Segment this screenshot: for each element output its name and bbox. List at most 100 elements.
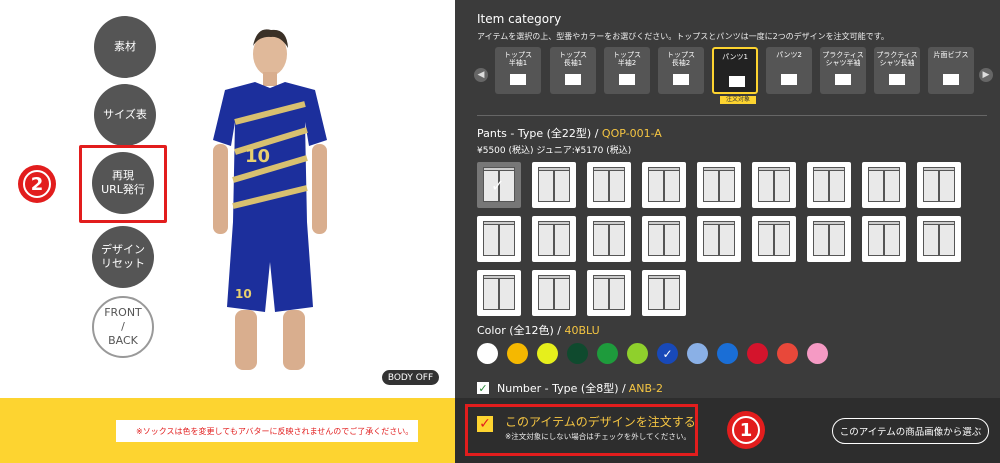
color-swatch[interactable] <box>537 343 558 364</box>
pants-leg <box>664 170 680 202</box>
pants-icon <box>729 76 745 87</box>
pants-leg <box>884 224 900 256</box>
pants-type-option[interactable] <box>862 162 906 208</box>
customizer-panel: Item category アイテムを選択の上、型番やカラーをお選びください。ト… <box>455 0 1000 463</box>
pants-leg <box>499 278 515 310</box>
number-type-row: ✓ Number - Type (全8型) / ANB-2 <box>477 380 663 396</box>
pants-leg <box>829 224 845 256</box>
number-type-checkbox[interactable]: ✓ <box>477 382 489 395</box>
check-icon: ✓ <box>662 346 673 361</box>
order-subnote: ※注文対象にしない場合はチェックを外してください。 <box>505 432 691 441</box>
color-swatch[interactable] <box>747 343 768 364</box>
category-bibs[interactable]: 片面ビブス <box>928 47 974 94</box>
pants-type-option[interactable] <box>917 216 961 262</box>
color-swatch[interactable]: ✓ <box>657 343 678 364</box>
color-swatch[interactable] <box>597 343 618 364</box>
pants-leg <box>609 278 625 310</box>
pants-type-option[interactable] <box>587 162 631 208</box>
category-pants-2[interactable]: パンツ2 <box>766 47 812 94</box>
marker-2: 2 <box>18 165 56 203</box>
color-swatch[interactable] <box>777 343 798 364</box>
order-target-badge: 注文対象 <box>720 96 756 104</box>
front-back-button[interactable]: FRONT / BACK <box>92 296 154 358</box>
pants-type-option[interactable] <box>642 216 686 262</box>
color-swatch[interactable] <box>807 343 828 364</box>
color-swatch[interactable] <box>687 343 708 364</box>
pants-leg <box>554 224 570 256</box>
category-next-icon[interactable]: ▶ <box>979 68 993 82</box>
pants-type-option[interactable] <box>807 162 851 208</box>
pants-leg <box>609 224 625 256</box>
category-practice-short[interactable]: プラクティス シャツ半袖 <box>820 47 866 94</box>
category-tops-long-1[interactable]: トップス 長袖1 <box>550 47 596 94</box>
pants-leg <box>593 170 609 202</box>
pants-leg <box>719 224 735 256</box>
pants-type-option[interactable] <box>477 216 521 262</box>
pants-type-option[interactable] <box>532 216 576 262</box>
pants-leg <box>719 170 735 202</box>
pants-leg <box>758 170 774 202</box>
color-swatch[interactable] <box>507 343 528 364</box>
pants-type-option[interactable] <box>697 162 741 208</box>
pants-type-option[interactable] <box>642 162 686 208</box>
category-label: プラクティス シャツ半袖 <box>822 51 864 67</box>
category-tops-short-2[interactable]: トップス 半袖2 <box>604 47 650 94</box>
shorts-number: 10 <box>235 287 252 301</box>
category-practice-long[interactable]: プラクティス シャツ長袖 <box>874 47 920 94</box>
shirt-icon <box>889 74 905 85</box>
pants-leg <box>829 170 845 202</box>
color-swatch[interactable] <box>627 343 648 364</box>
pants-type-option[interactable] <box>752 162 796 208</box>
pants-type-option[interactable] <box>477 270 521 316</box>
pants-type-option[interactable] <box>917 162 961 208</box>
pants-leg <box>813 224 829 256</box>
category-title: Item category <box>477 12 562 26</box>
pants-leg <box>538 278 554 310</box>
pants-leg <box>923 224 939 256</box>
pants-type-option[interactable] <box>532 270 576 316</box>
category-label: トップス 半袖2 <box>613 51 641 67</box>
avatar-neck <box>263 72 277 86</box>
shirt-icon <box>565 74 581 85</box>
pants-type-option[interactable] <box>532 162 576 208</box>
pants-type-option[interactable] <box>697 216 741 262</box>
price-text: ¥5500 (税込) ジュニア:¥5170 (税込) <box>477 146 632 156</box>
category-tops-short-1[interactable]: トップス 半袖1 <box>495 47 541 94</box>
pants-leg <box>884 170 900 202</box>
pants-type-option[interactable] <box>862 216 906 262</box>
pants-leg <box>609 170 625 202</box>
category-label: パンツ1 <box>722 53 748 61</box>
order-label: このアイテムのデザインを注文する <box>505 415 696 429</box>
pants-type-option[interactable] <box>587 216 631 262</box>
left-leg <box>235 310 257 370</box>
material-button[interactable]: 素材 <box>94 16 156 78</box>
category-tops-long-2[interactable]: トップス 長袖2 <box>658 47 704 94</box>
pants-type-option[interactable] <box>587 270 631 316</box>
shirt-icon <box>673 74 689 85</box>
color-swatch[interactable] <box>477 343 498 364</box>
color-swatch[interactable] <box>717 343 738 364</box>
order-checkbox[interactable]: ✓ <box>477 416 493 432</box>
pants-type-option[interactable] <box>807 216 851 262</box>
pants-type-option[interactable] <box>752 216 796 262</box>
pants-type-option[interactable]: ✓ <box>477 162 521 208</box>
design-reset-button[interactable]: デザイン リセット <box>92 226 154 288</box>
pants-leg <box>664 224 680 256</box>
bibs-icon <box>943 74 959 85</box>
pants-leg <box>774 224 790 256</box>
shirt-icon <box>619 74 635 85</box>
category-pants-1[interactable]: パンツ1 <box>712 47 758 94</box>
category-prev-icon[interactable]: ◀ <box>474 68 488 82</box>
right-arm <box>312 144 327 234</box>
jersey-number: 10 <box>245 146 270 167</box>
choose-from-images-button[interactable]: このアイテムの商品画像から選ぶ <box>832 418 989 444</box>
body-off-toggle[interactable]: BODY OFF <box>382 370 439 385</box>
color-label: Color (全12色) / <box>477 324 565 337</box>
pants-icon <box>781 74 797 85</box>
size-chart-button[interactable]: サイズ表 <box>94 84 156 146</box>
number-type-label: Number - Type (全8型) / <box>497 382 626 395</box>
color-swatch[interactable] <box>567 343 588 364</box>
number-type-code: ANB-2 <box>628 381 663 395</box>
pants-type-option[interactable] <box>642 270 686 316</box>
marker-1: 1 <box>727 411 765 449</box>
